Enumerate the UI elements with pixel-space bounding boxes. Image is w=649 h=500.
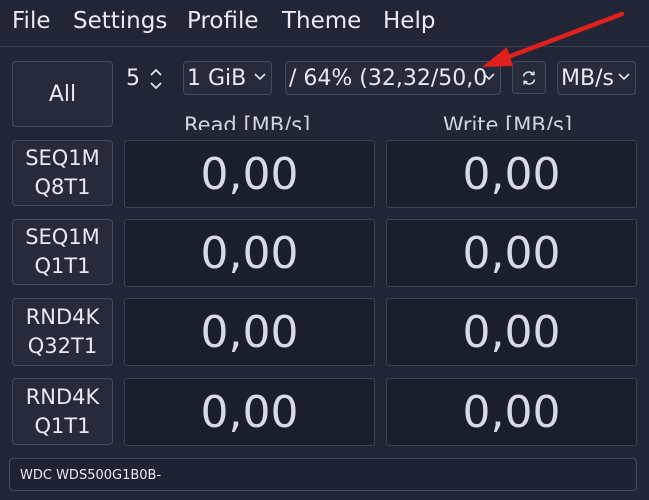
annotation-arrow-icon — [482, 11, 625, 67]
